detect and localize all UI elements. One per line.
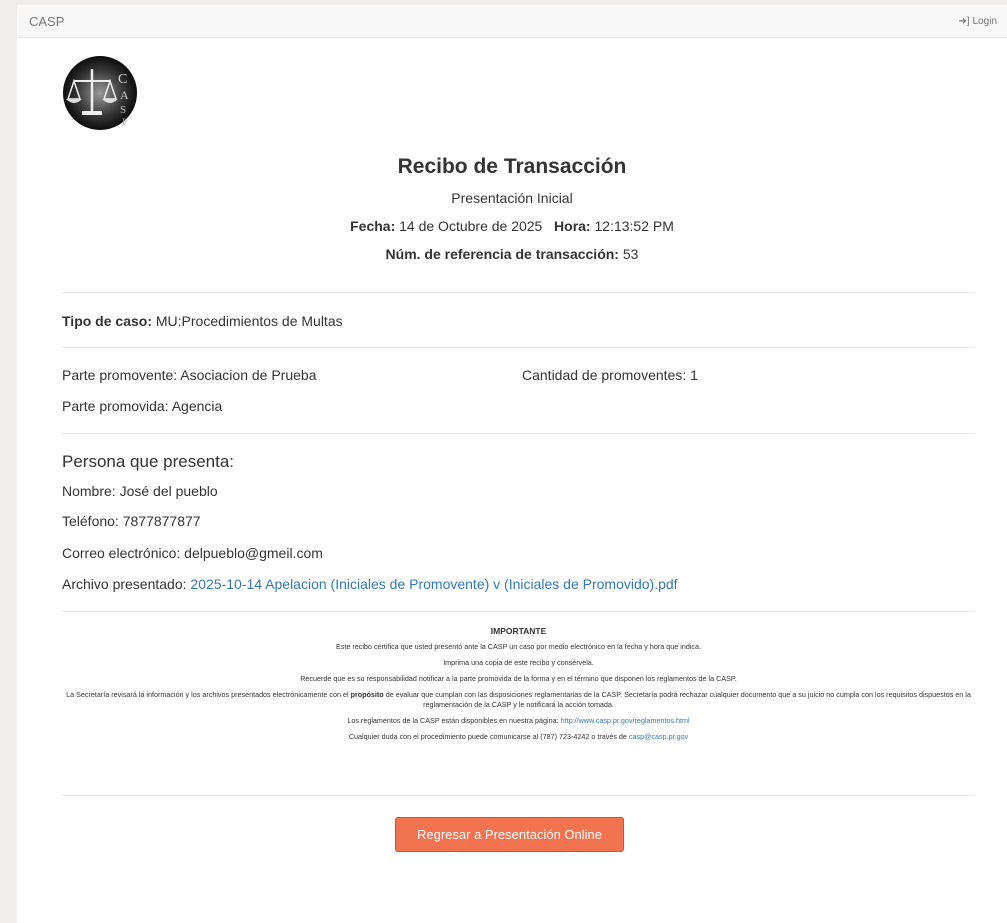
fecha-label: Fecha: bbox=[350, 218, 396, 234]
svg-text:S: S bbox=[120, 104, 126, 116]
case-type: Tipo de caso: MU:Procedimientos de Multa… bbox=[62, 313, 343, 329]
date-time-line: Fecha: 14 de Octubre de 2025 Hora: 12:13… bbox=[17, 218, 1007, 234]
promovida: Parte promovida: Agencia bbox=[62, 398, 223, 414]
divider bbox=[62, 795, 975, 796]
sign-in-icon: ➜] bbox=[958, 15, 970, 27]
notice-text: de evaluar que cumplan con las disposici… bbox=[385, 689, 971, 709]
divider bbox=[62, 347, 975, 348]
presenter-name: Nombre: José del pueblo bbox=[62, 483, 218, 499]
cantidad-promoventes: Cantidad de promoventes: 1 bbox=[522, 367, 698, 383]
ref-label: Núm. de referencia de transacción: bbox=[385, 246, 619, 262]
page-container: CASP ➜] Login C A S P Recibo de Transacc… bbox=[17, 5, 1007, 923]
email-link[interactable]: casp@casp.pr.gov bbox=[629, 732, 688, 741]
divider bbox=[62, 611, 975, 612]
presenter-heading: Persona que presenta: bbox=[62, 452, 235, 471]
case-type-label: Tipo de caso: bbox=[62, 313, 152, 329]
promovente: Parte promovente: Asociacion de Prueba bbox=[62, 367, 317, 383]
fecha-value: 14 de Octubre de 2025 bbox=[399, 218, 543, 234]
divider bbox=[62, 292, 975, 293]
navbar-brand[interactable]: CASP bbox=[29, 14, 64, 29]
reglamentos-link[interactable]: http://www.casp.pr.gov/reglamentos.html bbox=[561, 716, 690, 725]
notice-heading: IMPORTANTE bbox=[490, 626, 547, 636]
notice-paragraph: La Secretaría revisará la información y … bbox=[62, 690, 975, 710]
notice-text: La Secretaría revisará la información y … bbox=[66, 689, 349, 699]
divider bbox=[62, 433, 975, 434]
notice-paragraph: Este recibo certifica que usted presentó… bbox=[335, 642, 702, 651]
notice-text: Cualquier duda con el procedimiento pued… bbox=[348, 731, 627, 741]
ref-value: 53 bbox=[622, 246, 639, 262]
notice-text: Los reglamentos de la CASP están disponi… bbox=[347, 715, 559, 725]
login-label: Login bbox=[972, 15, 997, 27]
hora-label: Hora: bbox=[554, 218, 591, 234]
notice-bold: propósito bbox=[350, 689, 384, 699]
login-link[interactable]: ➜] Login bbox=[958, 16, 997, 27]
navbar: CASP ➜] Login bbox=[17, 5, 1007, 38]
file-label: Archivo presentado: bbox=[62, 576, 187, 592]
return-button[interactable]: Regresar a Presentación Online bbox=[395, 817, 624, 852]
receipt-header: Recibo de Transacción Presentación Inici… bbox=[17, 155, 1007, 262]
important-notice: IMPORTANTE Este recibo certifica que ust… bbox=[62, 626, 975, 748]
notice-paragraph: Cualquier duda con el procedimiento pued… bbox=[62, 732, 975, 742]
presenter-email: Correo electrónico: delpueblo@gmeil.com bbox=[62, 545, 323, 561]
casp-seal-logo: C A S P bbox=[63, 56, 137, 130]
file-link[interactable]: 2025-10-14 Apelacion (Iniciales de Promo… bbox=[190, 576, 677, 592]
presenter-phone: Teléfono: 7877877877 bbox=[62, 513, 201, 529]
hora-value: 12:13:52 PM bbox=[594, 218, 674, 234]
case-type-value: MU:Procedimientos de Multas bbox=[155, 313, 343, 329]
submitted-file: Archivo presentado: 2025-10-14 Apelacion… bbox=[62, 576, 678, 592]
svg-text:A: A bbox=[120, 88, 129, 102]
notice-paragraph: Recuerde que es su responsabilidad notif… bbox=[300, 673, 737, 683]
notice-paragraph: Los reglamentos de la CASP están disponi… bbox=[62, 716, 975, 726]
svg-text:P: P bbox=[122, 117, 127, 127]
svg-text:C: C bbox=[118, 72, 127, 87]
notice-paragraph: Imprima una copia de este recibo y consé… bbox=[443, 657, 594, 667]
page-title: Recibo de Transacción bbox=[397, 155, 627, 178]
receipt-subtitle: Presentación Inicial bbox=[451, 190, 573, 206]
reference-line: Núm. de referencia de transacción: 53 bbox=[17, 246, 1007, 262]
